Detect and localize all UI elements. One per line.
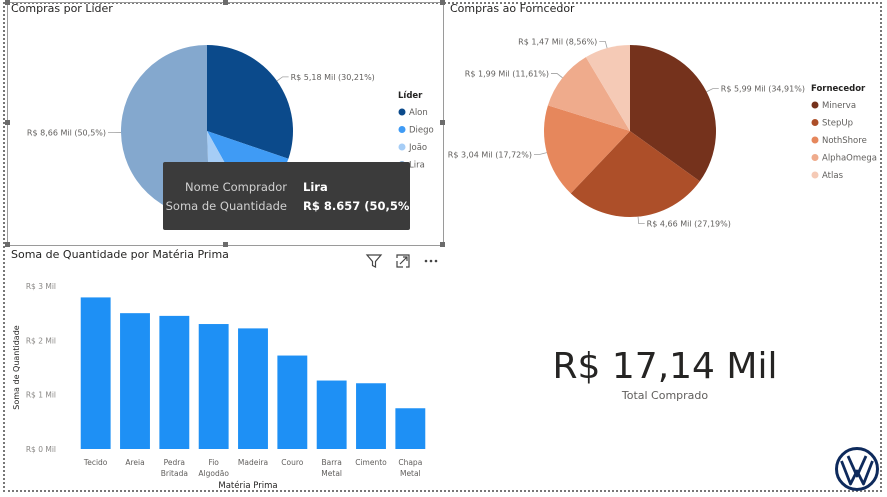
supplier-pie-chart[interactable]: R$ 5,99 Mil (34,91%) R$ 4,66 Mil (27,19%)… bbox=[445, 0, 885, 246]
leader-line bbox=[533, 152, 547, 155]
legend-item-alon[interactable]: Alon bbox=[409, 108, 428, 118]
legend-title: Fornecedor bbox=[811, 84, 866, 94]
leader-line bbox=[637, 216, 645, 224]
x-tick-label: Britada bbox=[161, 469, 188, 478]
x-tick-label: Fio bbox=[208, 458, 219, 467]
tooltip-value-buyer: Lira bbox=[303, 180, 328, 194]
tooltip-value-quantity: R$ 8.657 (50,5%) bbox=[303, 199, 415, 213]
data-label: R$ 8,66 Mil (50,5%) bbox=[27, 129, 106, 138]
legend-marker bbox=[398, 108, 406, 116]
bar-barra-metal[interactable] bbox=[316, 380, 347, 449]
leader-line bbox=[550, 73, 563, 79]
bar-madeira[interactable] bbox=[238, 328, 268, 449]
legend-marker bbox=[811, 101, 819, 109]
material-bar-chart[interactable]: R$ 0 Mil R$ 1 Mil R$ 2 Mil R$ 3 Mil Soma de … bbox=[0, 262, 445, 492]
legend-marker bbox=[811, 154, 819, 161]
legend-marker bbox=[811, 171, 819, 179]
x-axis-title: Matéria Prima bbox=[218, 480, 277, 491]
total-purchased-label: Total Comprado bbox=[621, 389, 709, 402]
bar-tecido[interactable] bbox=[80, 297, 111, 449]
chart-tooltip: Nome Comprador Lira Soma de Quantidade R… bbox=[163, 162, 415, 230]
x-tick-label: Tecido bbox=[83, 458, 108, 467]
data-label: R$ 5,99 Mil (34,91%) bbox=[721, 85, 805, 94]
bar-fio-algodao[interactable] bbox=[198, 324, 229, 449]
y-tick-label: R$ 3 Mil bbox=[26, 282, 56, 291]
material-chart-title: Soma de Quantidade por Matéria Prima bbox=[11, 248, 229, 261]
bar-couro[interactable] bbox=[277, 355, 308, 449]
legend-marker bbox=[811, 136, 819, 144]
legend-item-alphaomega[interactable]: AlphaOmega bbox=[822, 154, 877, 164]
legend-item-stepup[interactable]: StepUp bbox=[822, 119, 853, 129]
legend-item-lira[interactable]: Lira bbox=[409, 161, 425, 171]
x-tick-label: Algodão bbox=[198, 469, 229, 478]
bar-areia[interactable] bbox=[120, 313, 150, 449]
x-tick-label: Madeira bbox=[238, 458, 268, 467]
x-tick-label: Barra bbox=[321, 458, 341, 467]
leader-line bbox=[276, 76, 289, 82]
legend-marker bbox=[398, 143, 406, 151]
data-label: R$ 1,47 Mil (8,56%) bbox=[518, 37, 597, 46]
data-label: R$ 4,66 Mil (27,19%) bbox=[647, 220, 731, 229]
legend-item-minerva[interactable]: Minerva bbox=[822, 101, 856, 111]
legend-item-diego[interactable]: Diego bbox=[409, 126, 434, 136]
tooltip-label-buyer: Nome Comprador bbox=[185, 180, 287, 194]
legend-marker bbox=[811, 119, 819, 126]
y-tick-label: R$ 1 Mil bbox=[26, 391, 56, 400]
x-tick-label: Couro bbox=[281, 458, 303, 467]
data-label: R$ 3,04 Mil (17,72%) bbox=[448, 150, 532, 159]
leader-line bbox=[599, 40, 608, 49]
x-tick-label: Metal bbox=[321, 469, 342, 478]
legend-title: Líder bbox=[398, 91, 423, 101]
bar-chapa-metal[interactable] bbox=[395, 408, 426, 449]
legend-item-atlas[interactable]: Atlas bbox=[822, 171, 844, 181]
bar-pedra-britada[interactable] bbox=[159, 315, 190, 449]
x-tick-label: Cimento bbox=[355, 458, 387, 467]
legend-item-joao[interactable]: João bbox=[408, 143, 427, 153]
leader-line bbox=[706, 88, 719, 93]
total-purchased-value: R$ 17,14 Mil bbox=[552, 346, 778, 387]
data-label: R$ 5,18 Mil (30,21%) bbox=[291, 73, 375, 82]
x-tick-label: Chapa bbox=[398, 458, 422, 467]
x-tick-label: Areia bbox=[125, 458, 144, 467]
tooltip-label-quantity: Soma de Quantidade bbox=[165, 199, 287, 213]
x-tick-label: Metal bbox=[400, 469, 421, 478]
y-tick-label: R$ 2 Mil bbox=[26, 336, 56, 345]
y-axis-title: Soma de Quantidade bbox=[12, 325, 21, 410]
volkswagen-logo bbox=[835, 447, 879, 491]
y-tick-label: R$ 0 Mil bbox=[26, 445, 56, 454]
bar-cimento[interactable] bbox=[356, 383, 386, 449]
legend-marker bbox=[398, 126, 406, 133]
data-label: R$ 1,99 Mil (11,61%) bbox=[465, 69, 549, 78]
legend-item-nothshore[interactable]: NothShore bbox=[822, 136, 867, 146]
x-tick-label: Pedra bbox=[164, 458, 185, 467]
